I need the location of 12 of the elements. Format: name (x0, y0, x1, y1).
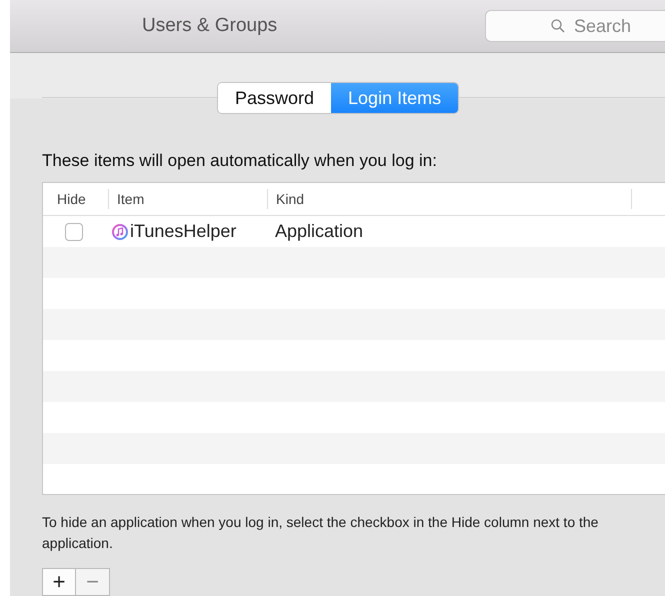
add-button[interactable]: + (42, 568, 76, 596)
column-header[interactable]: Hide (43, 189, 109, 209)
hint-text: To hide an application when you log in, select the checkbox in the Hide column next to the application. (42, 513, 600, 553)
window-title: Users & Groups (142, 15, 278, 37)
search-field[interactable]: Search (485, 10, 665, 42)
table-cell: iTunesHelper (130, 221, 236, 242)
intro-text: These items will open automatically when you log in: (42, 151, 438, 172)
checkbox[interactable] (65, 222, 83, 240)
column-header[interactable]: Kind (268, 189, 632, 209)
music-note-icon (112, 224, 128, 240)
table-cell-text: Application (274, 221, 364, 242)
column-header[interactable]: Item (109, 189, 268, 209)
